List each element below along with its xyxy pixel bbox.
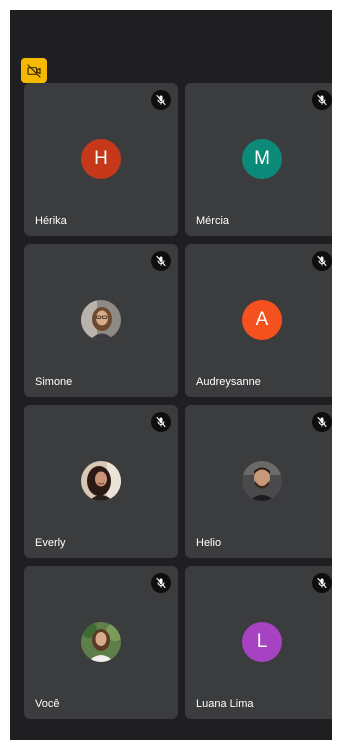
person-photo-icon bbox=[81, 622, 121, 662]
mic-off-icon bbox=[156, 416, 166, 428]
participant-name: Luana Lima bbox=[196, 698, 254, 710]
mute-indicator bbox=[151, 412, 171, 432]
participant-name: Mércia bbox=[196, 215, 230, 227]
participant-tile-audreysanne[interactable]: A Audreysanne bbox=[185, 244, 332, 397]
mic-off-icon bbox=[156, 94, 166, 106]
participant-name: Simone bbox=[35, 376, 73, 388]
avatar: L bbox=[242, 622, 282, 662]
person-photo-icon bbox=[81, 461, 121, 501]
mic-off-icon bbox=[317, 255, 327, 267]
avatar-photo bbox=[242, 461, 282, 501]
mic-off-icon bbox=[317, 577, 327, 589]
avatar-photo bbox=[81, 622, 121, 662]
avatar-photo bbox=[81, 461, 121, 501]
participant-name: Everly bbox=[35, 537, 66, 549]
mic-off-icon bbox=[317, 416, 327, 428]
camera-off-badge[interactable] bbox=[21, 58, 47, 83]
avatar: A bbox=[242, 300, 282, 340]
participant-tile-luana-lima[interactable]: L Luana Lima bbox=[185, 566, 332, 719]
mute-indicator bbox=[151, 90, 171, 110]
participant-name: Helio bbox=[196, 537, 222, 549]
avatar-photo bbox=[81, 300, 121, 340]
mic-off-icon bbox=[156, 577, 166, 589]
person-photo-icon bbox=[242, 461, 282, 501]
mic-off-icon bbox=[317, 94, 327, 106]
participant-grid: H Hérika M Mércia Simone A Audreysanne E… bbox=[24, 83, 332, 719]
mute-indicator bbox=[312, 412, 332, 432]
participant-tile-helio[interactable]: Helio bbox=[185, 405, 332, 558]
participant-name: Você bbox=[35, 698, 60, 710]
mute-indicator bbox=[151, 573, 171, 593]
participant-name: Audreysanne bbox=[196, 376, 261, 388]
mute-indicator bbox=[151, 251, 171, 271]
participant-tile-simone[interactable]: Simone bbox=[24, 244, 178, 397]
participant-tile-you[interactable]: Você bbox=[24, 566, 178, 719]
participant-tile-everly[interactable]: Everly bbox=[24, 405, 178, 558]
video-off-icon bbox=[27, 63, 41, 78]
participant-tile-mercia[interactable]: M Mércia bbox=[185, 83, 332, 236]
avatar: H bbox=[81, 139, 121, 179]
mic-off-icon bbox=[156, 255, 166, 267]
mute-indicator bbox=[312, 573, 332, 593]
mute-indicator bbox=[312, 90, 332, 110]
person-photo-icon bbox=[81, 300, 121, 340]
meeting-screen: H Hérika M Mércia Simone A Audreysanne E… bbox=[10, 10, 332, 740]
avatar: M bbox=[242, 139, 282, 179]
mute-indicator bbox=[312, 251, 332, 271]
participant-name: Hérika bbox=[35, 215, 67, 227]
participant-tile-herika[interactable]: H Hérika bbox=[24, 83, 178, 236]
